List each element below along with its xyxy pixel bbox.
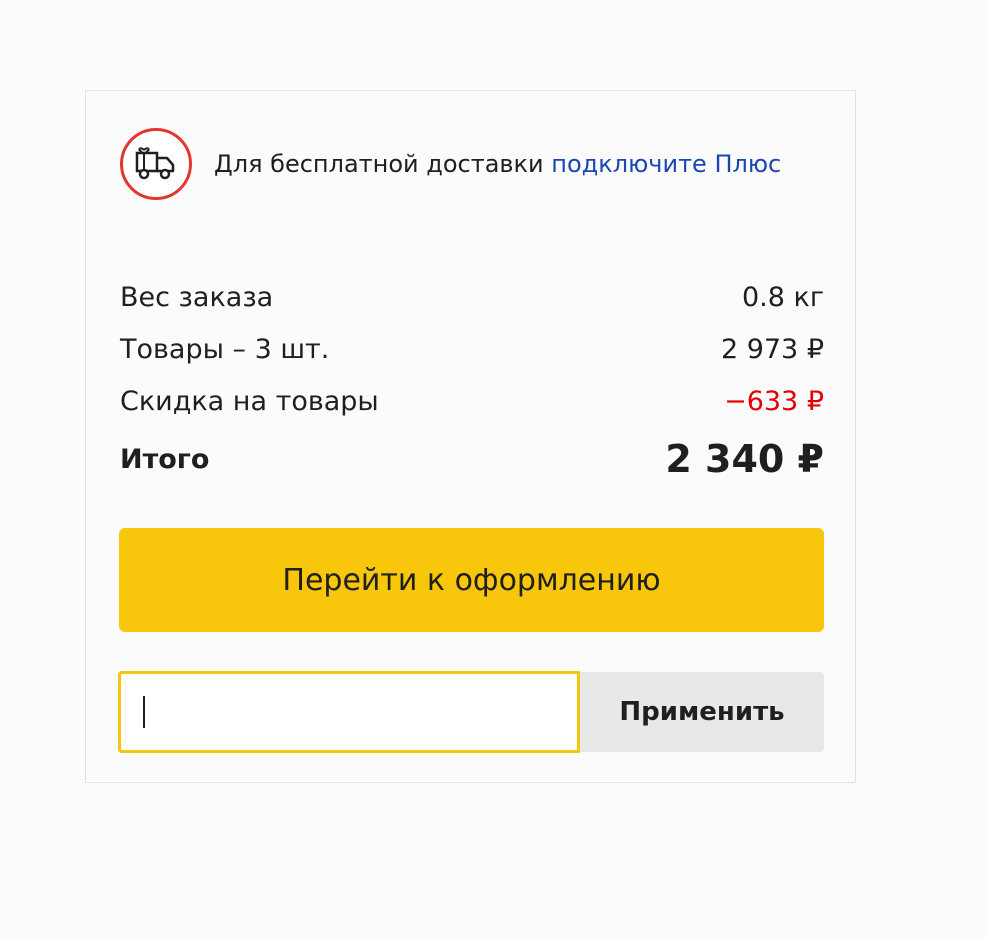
order-summary: Вес заказа 0.8 кг Товары – 3 шт. 2 973 ₽… xyxy=(120,271,824,491)
total-value: 2 340 ₽ xyxy=(665,437,824,481)
items-label: Товары – 3 шт. xyxy=(120,333,330,365)
weight-row: Вес заказа 0.8 кг xyxy=(120,271,824,323)
discount-value: −633 ₽ xyxy=(724,385,824,417)
discount-row: Скидка на товары −633 ₽ xyxy=(120,375,824,427)
discount-label: Скидка на товары xyxy=(120,385,379,417)
items-row: Товары – 3 шт. 2 973 ₽ xyxy=(120,323,824,375)
total-row: Итого 2 340 ₽ xyxy=(120,427,824,491)
promo-code-input[interactable] xyxy=(118,671,580,753)
total-label: Итого xyxy=(120,443,210,475)
apply-button[interactable]: Применить xyxy=(580,672,824,752)
weight-value: 0.8 кг xyxy=(741,281,824,313)
promo-code-form: Применить xyxy=(118,671,824,753)
promo-text: Для бесплатной доставки подключите Плюс xyxy=(214,150,781,178)
text-caret xyxy=(143,696,145,728)
items-value: 2 973 ₽ xyxy=(720,333,824,365)
free-delivery-promo: Для бесплатной доставки подключите Плюс xyxy=(120,125,781,203)
promo-message: Для бесплатной доставки xyxy=(214,150,544,178)
subscribe-plus-link[interactable]: подключите Плюс xyxy=(551,150,781,178)
weight-label: Вес заказа xyxy=(120,281,274,313)
truck-icon xyxy=(135,147,175,180)
gift-truck-icon xyxy=(120,128,192,200)
cart-summary-card: Для бесплатной доставки подключите Плюс … xyxy=(85,90,856,783)
checkout-button[interactable]: Перейти к оформлению xyxy=(119,528,824,632)
